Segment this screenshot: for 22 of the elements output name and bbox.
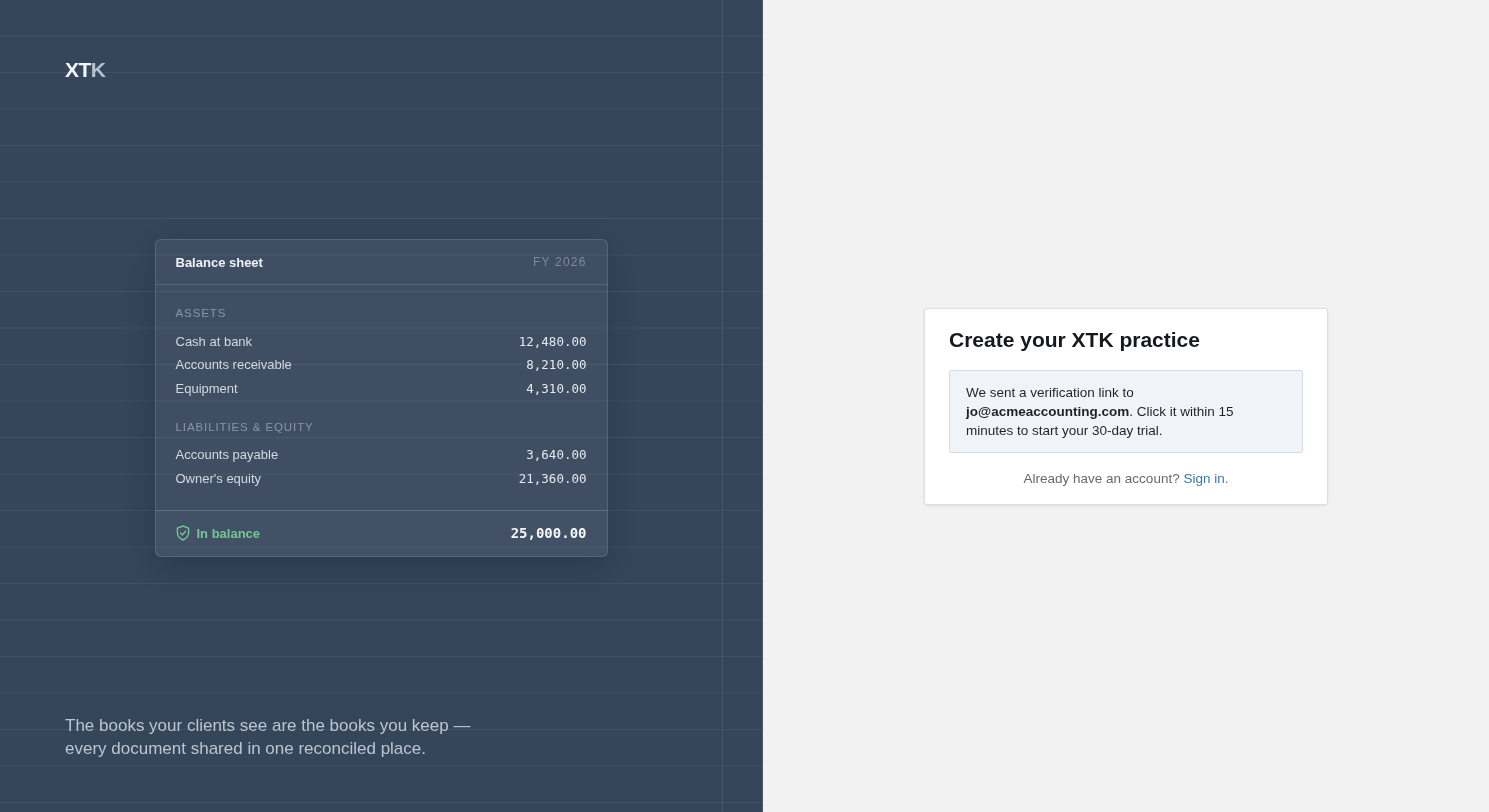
- sign-in-link[interactable]: Sign in.: [1183, 470, 1229, 486]
- account-name: Accounts payable: [175, 447, 279, 462]
- account-name: Cash at bank: [175, 333, 253, 349]
- amount: 12,480.00: [518, 333, 587, 349]
- amount: 4,310.00: [526, 380, 587, 396]
- section-heading: ASSETS: [175, 306, 228, 321]
- section-heading: LIABILITIES & EQUITY: [175, 419, 315, 434]
- amount: 8,210.00: [526, 357, 587, 372]
- account-name: Equipment: [175, 380, 238, 396]
- status-label: In balance: [196, 525, 261, 541]
- card-title: Balance sheet: [175, 254, 263, 270]
- account-name: Accounts receivable: [175, 357, 292, 372]
- page-title: Create your XTK practice: [949, 326, 1201, 353]
- signin-prompt: Already have an account? Sign in.: [1022, 469, 1230, 488]
- period-label: FY 2026: [532, 255, 587, 270]
- amount: 3,640.00: [526, 447, 587, 462]
- logo: XTK: [65, 58, 106, 82]
- account-name: Owner's equity: [175, 470, 262, 486]
- total-amount: 25,000.00: [510, 525, 587, 542]
- amount: 21,360.00: [518, 470, 587, 486]
- verification-notice: We sent a verification link to jo@acmeaccounting.com. Click it within 15 minutes to start your 30-day trial.: [949, 369, 1303, 453]
- tagline: The books your clients see are the books you keep — every document shared in one reconciled place.: [65, 715, 472, 760]
